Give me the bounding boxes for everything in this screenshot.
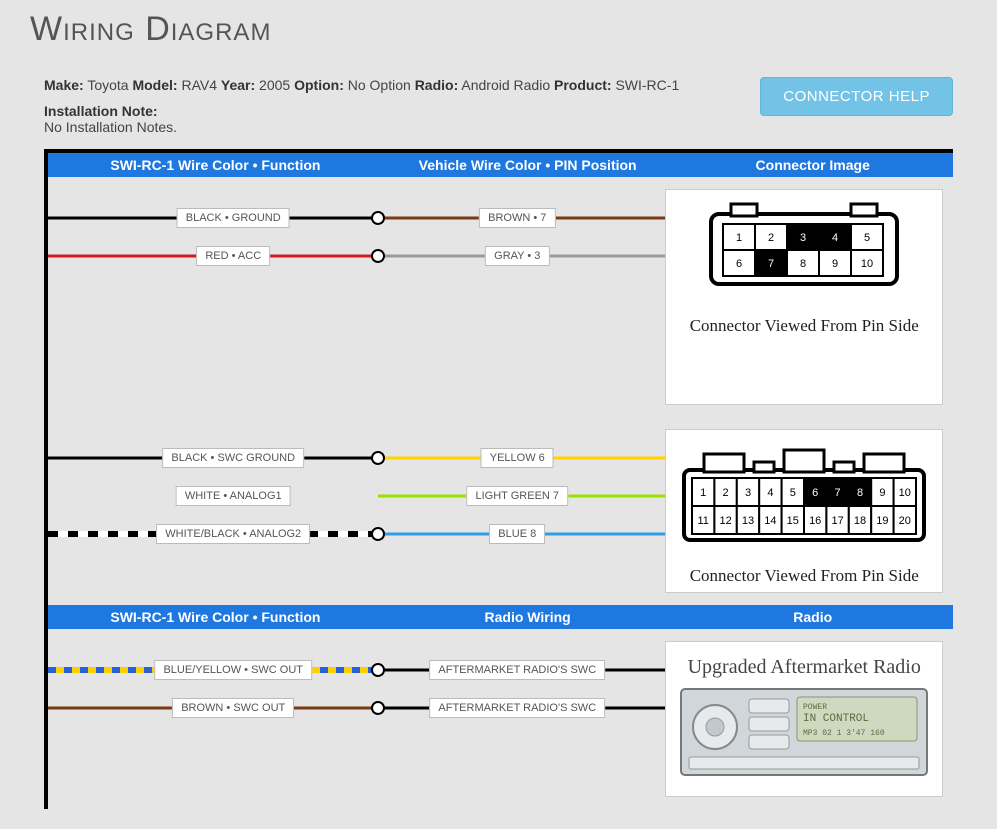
spacer (48, 275, 665, 395)
svg-text:16: 16 (809, 515, 821, 527)
page-title: Wiring Diagram (30, 10, 997, 49)
aftermarket-radio-image: Upgraded Aftermarket Radio POWER IN CONT… (665, 641, 943, 797)
connector-image-1: 1 2 3 4 5 6 7 8 9 10 Connector Viewed From Pin Si… (665, 189, 943, 405)
wire-row: BLACK • SWC GROUND YELLOW 6 (48, 439, 665, 477)
vehicle-meta-line: Make: Toyota Model: RAV4 Year: 2005 Opti… (44, 77, 679, 93)
header-mid-radio: Radio Wiring (383, 609, 673, 625)
svg-text:5: 5 (790, 487, 796, 499)
wire-label-right: LIGHT GREEN 7 (466, 486, 568, 506)
svg-text:1: 1 (736, 232, 742, 244)
svg-text:6: 6 (812, 487, 818, 499)
wire-label-left: BLUE/YELLOW • SWC OUT (154, 660, 312, 680)
meta-row: Make: Toyota Model: RAV4 Year: 2005 Opti… (0, 77, 997, 135)
radio-screen-line2: IN CONTROL (803, 713, 869, 725)
wire-node-icon (371, 527, 385, 541)
wires-3: BLUE/YELLOW • SWC OUT AFTERMARKET RADIO'… (48, 629, 665, 809)
svg-text:1: 1 (700, 487, 706, 499)
svg-text:5: 5 (864, 232, 870, 244)
wire-row: BLACK • GROUND BROWN • 7 (48, 199, 665, 237)
connector-help-button[interactable]: CONNECTOR HELP (760, 77, 953, 116)
spacer (48, 553, 665, 583)
svg-text:20: 20 (899, 515, 911, 527)
wire-label-left: RED • ACC (196, 246, 270, 266)
svg-text:3: 3 (745, 487, 751, 499)
wire-node-icon (371, 249, 385, 263)
spacer (48, 727, 665, 787)
svg-text:18: 18 (854, 515, 866, 527)
svg-text:4: 4 (832, 232, 838, 244)
wiring-diagram: SWI-RC-1 Wire Color • Function Vehicle W… (44, 149, 953, 809)
wire-label-left: BLACK • SWC GROUND (162, 448, 304, 468)
svg-text:7: 7 (835, 487, 841, 499)
svg-text:9: 9 (880, 487, 886, 499)
svg-text:10: 10 (899, 487, 911, 499)
wire-node-icon (371, 211, 385, 225)
svg-text:14: 14 (765, 515, 777, 527)
header-right-radio: Radio (672, 609, 953, 625)
section-3: BLUE/YELLOW • SWC OUT AFTERMARKET RADIO'… (48, 629, 953, 809)
wire-row: WHITE/BLACK • ANALOG2 BLUE 8 (48, 515, 665, 553)
connector-1-svg: 1 2 3 4 5 6 7 8 9 10 (689, 200, 919, 310)
page: Wiring Diagram Make: Toyota Model: RAV4 … (0, 0, 997, 809)
section-2: BLACK • SWC GROUND YELLOW 6 WHITE • ANAL… (48, 417, 953, 605)
svg-text:8: 8 (800, 258, 806, 270)
svg-text:15: 15 (787, 515, 799, 527)
radio-svg: POWER IN CONTROL MP3 02 1 3'47 160 (679, 687, 929, 777)
svg-text:10: 10 (861, 258, 873, 270)
wire-label-right: AFTERMARKET RADIO'S SWC (429, 698, 605, 718)
wire-node-icon (371, 451, 385, 465)
install-note: Installation Note: No Installation Notes… (44, 103, 679, 135)
connector-2-svg: 1234567891011121314151617181920 (674, 440, 934, 560)
radio-screen-line3: MP3 02 1 3'47 160 (803, 729, 885, 738)
svg-text:11: 11 (698, 515, 709, 527)
svg-text:6: 6 (736, 258, 742, 270)
wires-1: BLACK • GROUND BROWN • 7 RED • ACC GRAY … (48, 177, 665, 417)
header-mid-vehicle: Vehicle Wire Color • PIN Position (383, 157, 673, 173)
svg-text:8: 8 (857, 487, 863, 499)
wire-node-icon (371, 701, 385, 715)
svg-text:17: 17 (832, 515, 844, 527)
connector-image-2: 1234567891011121314151617181920 Connecto… (665, 429, 943, 593)
radio-screen-line1: POWER (803, 703, 827, 712)
header-band-1: SWI-RC-1 Wire Color • Function Vehicle W… (48, 153, 953, 177)
svg-text:4: 4 (768, 487, 774, 499)
svg-text:9: 9 (832, 258, 838, 270)
wire-label-left: WHITE/BLACK • ANALOG2 (156, 524, 310, 544)
wire-row: BROWN • SWC OUT AFTERMARKET RADIO'S SWC (48, 689, 665, 727)
header-right-conn: Connector Image (672, 157, 953, 173)
meta-text: Make: Toyota Model: RAV4 Year: 2005 Opti… (44, 77, 679, 135)
wire-label-right: GRAY • 3 (485, 246, 549, 266)
wires-2: BLACK • SWC GROUND YELLOW 6 WHITE • ANAL… (48, 417, 665, 605)
svg-text:13: 13 (742, 515, 754, 527)
wire-label-left: BROWN • SWC OUT (172, 698, 294, 718)
svg-text:7: 7 (768, 258, 774, 270)
header-left: SWI-RC-1 Wire Color • Function (48, 609, 383, 625)
wire-label-right: BROWN • 7 (479, 208, 555, 228)
wire-node-icon (371, 663, 385, 677)
wire-row: WHITE • ANALOG1 LIGHT GREEN 7 (48, 477, 665, 515)
wire-label-left: WHITE • ANALOG1 (176, 486, 291, 506)
svg-text:12: 12 (720, 515, 732, 527)
radio-caption: Upgraded Aftermarket Radio (670, 656, 938, 679)
wire-row: RED • ACC GRAY • 3 (48, 237, 665, 275)
svg-text:2: 2 (768, 232, 774, 244)
wire-row: BLUE/YELLOW • SWC OUT AFTERMARKET RADIO'… (48, 651, 665, 689)
connector-caption: Connector Viewed From Pin Side (670, 316, 938, 336)
svg-text:3: 3 (800, 232, 806, 244)
header-left: SWI-RC-1 Wire Color • Function (48, 157, 383, 173)
connector-caption: Connector Viewed From Pin Side (670, 566, 938, 586)
wire-label-right: YELLOW 6 (481, 448, 554, 468)
header-band-2: SWI-RC-1 Wire Color • Function Radio Wir… (48, 605, 953, 629)
wire-label-left: BLACK • GROUND (177, 208, 290, 228)
section-1: BLACK • GROUND BROWN • 7 RED • ACC GRAY … (48, 177, 953, 417)
svg-text:19: 19 (877, 515, 889, 527)
wire-label-right: BLUE 8 (489, 524, 545, 544)
svg-text:2: 2 (723, 487, 729, 499)
wire-label-right: AFTERMARKET RADIO'S SWC (429, 660, 605, 680)
